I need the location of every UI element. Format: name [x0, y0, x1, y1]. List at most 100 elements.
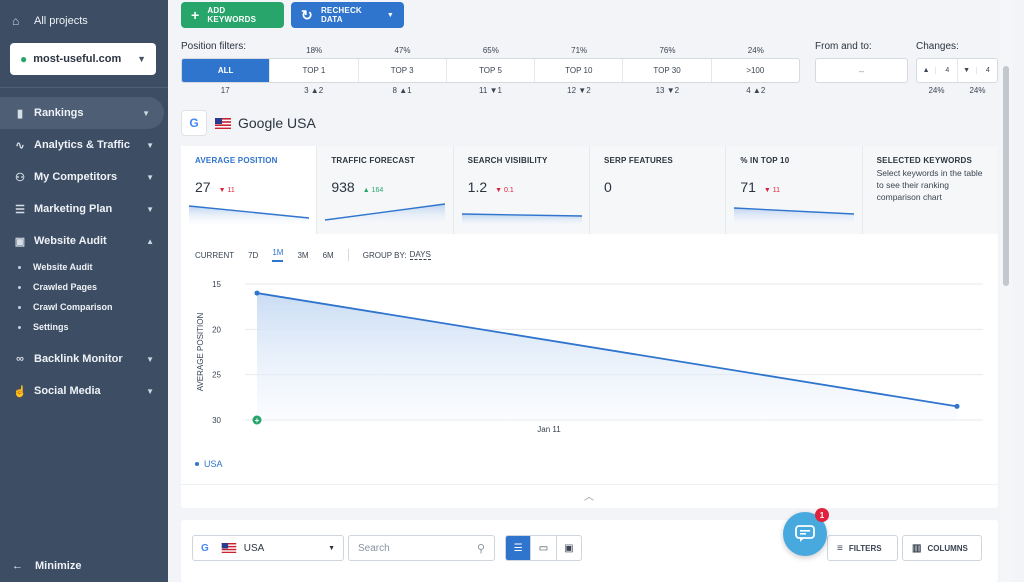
home-icon: ⌂ [12, 14, 20, 28]
chat-icon [795, 525, 815, 542]
chevron-down-icon: ▼ [137, 54, 146, 64]
range-6m[interactable]: 6M [323, 251, 334, 260]
legend-dot-icon [195, 462, 199, 466]
filter-tab-over100[interactable]: >100 [712, 59, 799, 82]
sub-item-label: Crawled Pages [33, 282, 98, 292]
scrollbar-thumb[interactable] [1003, 66, 1009, 286]
sidebar-item-label: Rankings [34, 107, 84, 119]
sidebar-item-label: Marketing Plan [34, 203, 113, 215]
sidebar: ⌂ All projects ● most-useful.com ▼ ▮ Ran… [0, 0, 168, 582]
all-projects-link[interactable]: ⌂ All projects [0, 0, 168, 42]
checklist-icon: ☰ [15, 203, 25, 216]
changes-down-button[interactable]: ▼ 4 [958, 59, 998, 82]
keyword-search-input[interactable]: Search ⚲ [348, 535, 495, 561]
arrow-up-icon: ▲ [917, 67, 937, 74]
project-select[interactable]: ● most-useful.com ▼ [10, 43, 156, 75]
search-placeholder: Search [358, 542, 390, 554]
sparkline [461, 213, 582, 228]
filters-label: FILTERS [848, 543, 882, 553]
series-area-usa [257, 293, 957, 420]
filter-count: 13 ▼2 [655, 86, 680, 95]
metric-value-row: 71 ▼ 11 [740, 179, 853, 195]
average-position-chart: 15 20 25 30 AVERAGE POSITION Jan 11 + [196, 280, 983, 434]
changes-percentages: 24% 24% [916, 86, 998, 95]
sidebar-item-analytics[interactable]: ∿ Analytics & Traffic ▼ [0, 129, 168, 161]
filter-tab-top3[interactable]: TOP 3 [359, 59, 447, 82]
metric-delta: ▼ 11 [218, 187, 235, 194]
sidebar-item-marketing-plan[interactable]: ☰ Marketing Plan ▼ [0, 193, 168, 225]
users-icon: ⚇ [15, 171, 25, 184]
add-keywords-label: ADD KEYWORDS [207, 6, 257, 24]
group-by-select[interactable]: DAYS [409, 250, 431, 260]
minimize-button[interactable]: ← Minimize [12, 560, 81, 572]
refresh-icon: ↻ [301, 6, 313, 23]
filter-pct: 18% [306, 46, 323, 55]
range-current[interactable]: CURRENT [195, 251, 234, 260]
sub-item-settings[interactable]: Settings [0, 317, 168, 337]
sidebar-item-backlink-monitor[interactable]: ∞ Backlink Monitor ▼ [0, 343, 168, 375]
filter-count: 11 ▼1 [479, 86, 502, 95]
arrow-down-icon: ▼ [578, 86, 587, 95]
range-3m[interactable]: 3M [297, 251, 308, 260]
recheck-data-button[interactable]: ↻ RECHECK DATA ▼ [291, 2, 404, 28]
columns-button[interactable]: ▥ COLUMNS [902, 535, 982, 561]
filter-pct: 76% [659, 46, 676, 55]
sidebar-item-competitors[interactable]: ⚇ My Competitors ▼ [0, 161, 168, 193]
chevron-down-icon: ▼ [386, 11, 394, 19]
collapse-chevron-icon[interactable]: ︿ [584, 488, 594, 503]
metric-value: 938 [331, 179, 355, 195]
sidebar-item-label: Backlink Monitor [34, 353, 123, 365]
range-1m[interactable]: 1M [272, 248, 284, 262]
metric-traffic-forecast[interactable]: TRAFFIC FORECAST 938 ▲ 164 [317, 146, 454, 234]
from-to-input[interactable]: – [815, 58, 908, 83]
country-value: USA [243, 542, 265, 554]
metric-search-visibility[interactable]: SEARCH VISIBILITY 1.2 ▼ 0.1 [453, 146, 590, 234]
metric-title: SERP FEATURES [603, 156, 673, 165]
sidebar-item-label: Analytics & Traffic [34, 139, 130, 151]
sidebar-item-label: My Competitors [34, 171, 118, 183]
changes-label: Changes: [916, 41, 959, 52]
sidebar-item-social-media[interactable]: ☝ Social Media ▼ [0, 375, 168, 407]
metric-title: % IN TOP 10 [740, 156, 790, 165]
metrics-row: AVERAGE POSITION 27 ▼ 11 TRAFFIC FORECAS… [181, 146, 998, 234]
filter-tab-top30[interactable]: TOP 30 [623, 59, 712, 82]
filters-button[interactable]: ≡ FILTERS [827, 535, 898, 561]
x-tick-label: Jan 11 [537, 425, 561, 434]
metric-pct-in-top10[interactable]: % IN TOP 10 71 ▼ 11 [726, 146, 863, 234]
audit-icon: ▣ [14, 235, 26, 248]
bar-chart-icon: ▮ [16, 107, 24, 120]
metric-average-position[interactable]: AVERAGE POSITION 27 ▼ 11 [181, 146, 318, 234]
changes-up-button[interactable]: ▲ 4 [917, 59, 958, 82]
add-keywords-button[interactable]: + ADD KEYWORDS [181, 2, 284, 28]
chevron-down-icon: ▼ [146, 354, 154, 364]
range-7d[interactable]: 7D [248, 251, 258, 260]
legend-label: USA [204, 459, 223, 469]
date-range-selector: CURRENT 7D 1M 3M 6M GROUP BY: DAYS [195, 248, 445, 262]
filter-tab-top10[interactable]: TOP 10 [535, 59, 624, 82]
add-note-plus: + [255, 416, 260, 425]
list-view-icon[interactable]: ☰ [506, 536, 532, 560]
us-flag-icon [215, 117, 231, 129]
filter-pct: 65% [482, 46, 499, 55]
filter-tab-top5[interactable]: TOP 5 [447, 59, 536, 82]
sub-item-label: Settings [33, 322, 69, 332]
arrow-up-icon: ▲ [752, 86, 761, 95]
y-tick-label: 30 [212, 416, 221, 425]
sidebar-item-rankings[interactable]: ▮ Rankings ▼ [0, 97, 164, 129]
metric-serp-features[interactable]: SERP FEATURES 0 [589, 146, 727, 234]
filter-tab-top1[interactable]: TOP 1 [270, 59, 359, 82]
metric-delta: ▼ 11 [763, 187, 781, 194]
sub-item-crawled-pages[interactable]: Crawled Pages [0, 277, 168, 297]
keywords-toolbar: G USA ▼ Search ⚲ ☰ ▭ ▣ ≡ FILTERS ▥ COLUM… [181, 520, 998, 582]
sub-item-crawl-comparison[interactable]: Crawl Comparison [0, 297, 168, 317]
chart-legend[interactable]: USA [195, 459, 223, 469]
folder-view-icon[interactable]: ▭ [531, 536, 557, 560]
page-scrollbar[interactable] [1000, 0, 1012, 582]
sub-item-website-audit[interactable]: Website Audit [0, 257, 168, 277]
filter-tab-all[interactable]: ALL [182, 59, 271, 82]
view-toggle: ☰ ▭ ▣ [505, 535, 582, 561]
country-select[interactable]: G USA ▼ [192, 535, 344, 561]
group-view-icon[interactable]: ▣ [557, 536, 581, 560]
sparkline [734, 207, 855, 228]
sidebar-item-website-audit[interactable]: ▣ Website Audit ▲ [0, 225, 168, 257]
